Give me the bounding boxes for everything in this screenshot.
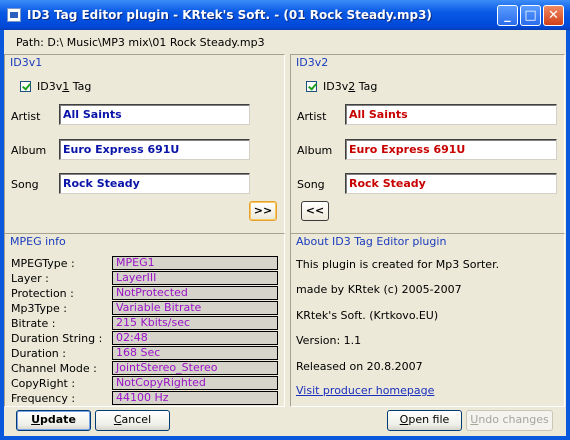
id3v2-artist-field[interactable]: All Saints <box>345 104 557 125</box>
mpeg-info-key: CopyRight : <box>11 377 76 390</box>
mpeg-info-title: MPEG info <box>10 235 66 248</box>
mpeg-info-key: Frequency : <box>11 392 76 405</box>
window-title: ID3 Tag Editor plugin - KRtek's Soft. - … <box>27 8 432 22</box>
mpeg-info-key: Channel Mode : <box>11 362 97 375</box>
id3v1-panel: ID3v1 ID3v1 Tag Artist All Saints Album … <box>4 54 285 234</box>
mpeg-info-row: Duration : 168 Sec <box>5 346 278 361</box>
dialog-body: Path: D:\ Music\MP3 mix\01 Rock Steady.m… <box>4 30 566 436</box>
id3v1-checkbox[interactable] <box>20 81 31 92</box>
id3v1-artist-field[interactable]: All Saints <box>59 104 250 125</box>
about-line-1: This plugin is created for Mp3 Sorter. <box>296 258 500 271</box>
undo-changes-button[interactable]: Undo changes <box>466 410 553 431</box>
producer-homepage-link[interactable]: Visit producer homepage <box>296 384 434 397</box>
mpeg-info-row: Duration String : 02:48 <box>5 331 278 346</box>
app-window: ID3 Tag Editor plugin - KRtek's Soft. - … <box>0 0 570 440</box>
mpeg-info-row: MPEGType : MPEG1 <box>5 256 278 271</box>
mpeg-info-key: Layer : <box>11 272 49 285</box>
id3v2-panel: ID3v2 ID3v2 Tag Artist All Saints Album … <box>290 54 565 234</box>
mpeg-info-value: LayerIII <box>112 271 278 285</box>
id3v2-checkbox[interactable] <box>306 81 317 92</box>
mpeg-info-row: Protection : NotProtected <box>5 286 278 301</box>
id3v1-album-label: Album <box>11 144 47 157</box>
close-button[interactable]: ✕ <box>543 5 564 26</box>
mpeg-info-row: Layer : LayerIII <box>5 271 278 286</box>
about-line-2: made by KRtek (c) 2005-2007 <box>296 283 462 296</box>
cancel-button[interactable]: Cancel <box>95 410 170 431</box>
mpeg-info-value: 44100 Hz <box>112 391 278 405</box>
title-bar[interactable]: ID3 Tag Editor plugin - KRtek's Soft. - … <box>0 0 570 30</box>
id3v1-title: ID3v1 <box>10 56 43 69</box>
copy-to-id3v2-button[interactable]: >> <box>249 201 277 221</box>
id3v2-album-label: Album <box>297 144 333 157</box>
about-line-3: KRtek's Soft. (Krtkovo.EU) <box>296 309 439 322</box>
file-path: Path: D:\ Music\MP3 mix\01 Rock Steady.m… <box>16 36 265 49</box>
mpeg-info-value: 168 Sec <box>112 346 278 360</box>
about-panel: About ID3 Tag Editor plugin This plugin … <box>290 233 565 407</box>
mpeg-info-value: NotCopyRighted <box>112 376 278 390</box>
about-line-5: Released on 20.8.2007 <box>296 360 423 373</box>
minimize-button[interactable]: _ <box>497 5 518 26</box>
mpeg-info-key: Duration String : <box>11 332 103 345</box>
mpeg-info-row: CopyRight : NotCopyRighted <box>5 376 278 391</box>
mpeg-info-row: Channel Mode : JointStereo_Stereo <box>5 361 278 376</box>
mpeg-info-key: Mp3Type : <box>11 302 67 315</box>
about-title: About ID3 Tag Editor plugin <box>296 235 447 248</box>
mpeg-info-value: JointStereo_Stereo <box>112 361 278 375</box>
mpeg-info-row: Mp3Type : Variable Bitrate <box>5 301 278 316</box>
mpeg-info-row: Frequency : 44100 Hz <box>5 391 278 406</box>
mpeg-info-row: Bitrate : 215 Kbits/sec <box>5 316 278 331</box>
id3v1-checkbox-label[interactable]: ID3v1 Tag <box>37 80 91 93</box>
id3v2-song-label: Song <box>297 178 325 191</box>
id3v2-album-field[interactable]: Euro Express 691U <box>345 139 557 160</box>
id3v2-artist-label: Artist <box>297 110 327 123</box>
id3v2-checkbox-label[interactable]: ID3v2 Tag <box>323 80 377 93</box>
mpeg-info-value: MPEG1 <box>112 256 278 270</box>
mpeg-info-key: MPEGType : <box>11 257 75 270</box>
id3v1-song-field[interactable]: Rock Steady <box>59 173 250 194</box>
mpeg-info-value: 02:48 <box>112 331 278 345</box>
open-file-button[interactable]: Open file <box>387 410 462 431</box>
app-icon[interactable] <box>7 8 21 22</box>
id3v1-song-label: Song <box>11 178 39 191</box>
mpeg-info-key: Bitrate : <box>11 317 56 330</box>
mpeg-info-key: Duration : <box>11 347 66 360</box>
id3v1-artist-label: Artist <box>11 110 41 123</box>
copy-to-id3v1-button[interactable]: << <box>301 201 329 221</box>
id3v2-title: ID3v2 <box>296 56 329 69</box>
maximize-button[interactable]: □ <box>520 5 541 26</box>
about-line-4: Version: 1.1 <box>296 334 362 347</box>
id3v2-song-field[interactable]: Rock Steady <box>345 173 557 194</box>
update-button[interactable]: Update <box>16 410 91 431</box>
mpeg-info-key: Protection : <box>11 287 74 300</box>
mpeg-info-value: NotProtected <box>112 286 278 300</box>
mpeg-info-value: Variable Bitrate <box>112 301 278 315</box>
id3v1-album-field[interactable]: Euro Express 691U <box>59 139 250 160</box>
mpeg-info-value: 215 Kbits/sec <box>112 316 278 330</box>
mpeg-info-panel: MPEG info MPEGType : MPEG1 Layer : LayerIII… <box>4 233 285 407</box>
